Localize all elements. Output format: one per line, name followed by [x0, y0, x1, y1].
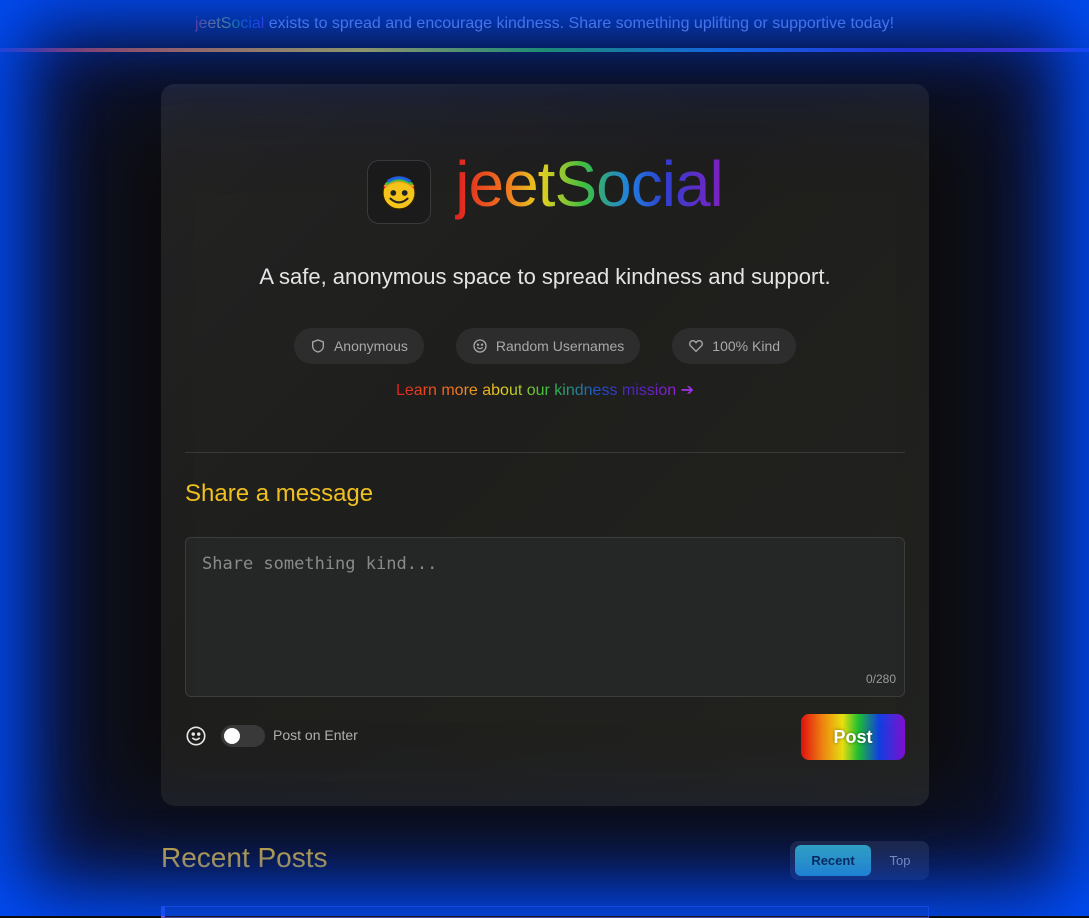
- rainbow-divider: [0, 48, 1089, 52]
- post-on-enter-label: Post on Enter: [273, 727, 358, 743]
- post-card: [161, 906, 929, 918]
- feature-pills: Anonymous Random Usernames 100% Kind: [161, 328, 929, 364]
- shield-icon: [311, 339, 324, 353]
- feature-pill-kind: 100% Kind: [672, 328, 797, 364]
- composer-controls: Post on Enter Post: [185, 714, 905, 760]
- rainbow-smiley-icon: [382, 176, 417, 210]
- char-counter: 0/280: [865, 672, 896, 686]
- feature-label: 100% Kind: [712, 338, 781, 354]
- feature-label: Random Usernames: [495, 338, 625, 354]
- feature-pill-anonymous: Anonymous: [293, 328, 424, 364]
- brand-title: jeetSocial: [455, 148, 723, 220]
- feature-label: Anonymous: [333, 338, 408, 354]
- section-divider: [185, 452, 905, 453]
- main-card: jeetSocial A safe, anonymous space to sp…: [161, 84, 929, 806]
- message-box: 0/280: [185, 537, 905, 697]
- share-title: Share a message: [185, 480, 374, 507]
- banner-brand: jeetSocial: [194, 15, 265, 32]
- smiley-icon: [473, 339, 487, 353]
- kindness-banner: jeetSocial exists to spread and encourag…: [0, 0, 1089, 48]
- message-input[interactable]: [186, 538, 904, 696]
- tagline: A safe, anonymous space to spread kindne…: [259, 264, 831, 289]
- tab-top[interactable]: Top: [875, 845, 925, 876]
- post-button[interactable]: Post: [801, 714, 905, 760]
- learn-more-label: Learn more about our kindness mission: [395, 382, 677, 399]
- post-on-enter-toggle[interactable]: [221, 725, 265, 747]
- logo: [367, 160, 432, 224]
- learn-more-link[interactable]: Learn more about our kindness mission ➔: [161, 380, 929, 400]
- toggle-knob: [224, 728, 240, 744]
- feed-sort-tabs: Recent Top: [790, 841, 929, 880]
- heart-icon: [689, 339, 704, 353]
- brand-header: jeetSocial: [161, 144, 929, 224]
- arrow-right-icon: ➔: [680, 382, 694, 399]
- tab-recent[interactable]: Recent: [795, 845, 871, 876]
- emoji-picker-icon[interactable]: [185, 725, 207, 747]
- recent-posts-title: Recent Posts: [161, 842, 328, 873]
- banner-text: exists to spread and encourage kindness.…: [264, 15, 895, 32]
- feature-pill-usernames: Random Usernames: [455, 328, 641, 364]
